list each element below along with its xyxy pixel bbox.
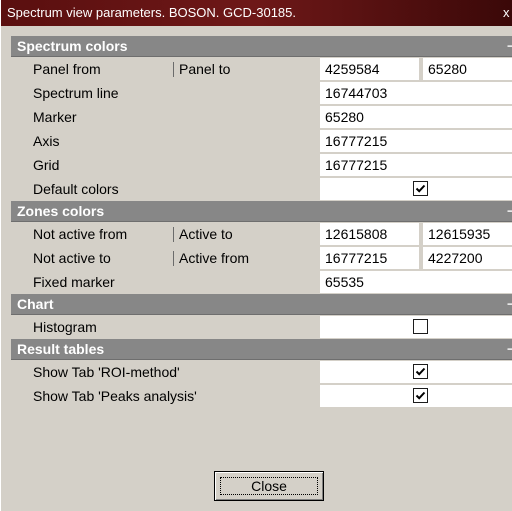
close-button[interactable]: Close (214, 471, 324, 501)
section-result-tables[interactable]: Result tables − (11, 339, 512, 360)
collapse-icon[interactable]: − (507, 339, 512, 360)
close-button-label: Close (251, 478, 287, 494)
row-default-colors: Default colors (11, 177, 512, 201)
section-spectrum-colors[interactable]: Spectrum colors − (11, 36, 512, 57)
active-from-input[interactable] (423, 247, 512, 269)
default-colors-cell (320, 178, 512, 200)
row-grid: Grid (11, 153, 512, 177)
close-window-icon[interactable]: x (503, 5, 511, 21)
not-active-to-input[interactable] (320, 247, 419, 269)
label-histogram: Histogram (33, 319, 97, 335)
show-roi-checkbox[interactable] (413, 364, 428, 379)
show-peaks-cell (320, 385, 512, 407)
show-peaks-checkbox[interactable] (413, 388, 428, 403)
section-title: Result tables (17, 341, 105, 357)
section-title: Zones colors (17, 203, 105, 219)
title-bar[interactable]: Spectrum view parameters. BOSON. GCD-301… (1, 0, 512, 26)
label-grid: Grid (33, 157, 60, 173)
window-title: Spectrum view parameters. BOSON. GCD-301… (7, 5, 296, 20)
label-show-peaks: Show Tab 'Peaks analysis' (33, 388, 197, 404)
label-show-roi: Show Tab 'ROI-method' (33, 364, 180, 380)
section-zones-colors[interactable]: Zones colors − (11, 201, 512, 222)
marker-input[interactable] (320, 106, 512, 128)
label-not-active-from: Not active from (33, 226, 128, 242)
row-show-roi: Show Tab 'ROI-method' (11, 360, 512, 384)
panel-to-input[interactable] (423, 58, 512, 80)
label-spectrum-line: Spectrum line (33, 85, 119, 101)
label-default-colors: Default colors (33, 181, 119, 197)
label-axis: Axis (33, 133, 60, 149)
row-not-active-from: Not active from Active to (11, 222, 512, 246)
checkmark-icon (415, 367, 426, 376)
collapse-icon[interactable]: − (507, 294, 512, 315)
section-title: Spectrum colors (17, 38, 128, 54)
checkmark-icon (415, 184, 426, 193)
histogram-checkbox[interactable] (413, 319, 428, 334)
row-show-peaks: Show Tab 'Peaks analysis' (11, 384, 512, 408)
row-histogram: Histogram (11, 315, 512, 339)
column-divider (173, 251, 174, 266)
row-fixed-marker: Fixed marker (11, 270, 512, 294)
label-marker: Marker (33, 109, 77, 125)
label-panel-to: Panel to (179, 61, 231, 77)
collapse-icon[interactable]: − (507, 36, 512, 57)
column-divider (173, 227, 174, 242)
axis-input[interactable] (320, 130, 512, 152)
label-not-active-to: Not active to (33, 250, 111, 266)
section-title: Chart (17, 296, 54, 312)
show-roi-cell (320, 361, 512, 383)
default-colors-checkbox[interactable] (413, 181, 428, 196)
label-fixed-marker: Fixed marker (33, 274, 115, 290)
not-active-from-input[interactable] (320, 223, 419, 245)
dialog-footer: Close (11, 459, 512, 511)
grid-input[interactable] (320, 154, 512, 176)
spectrum-line-input[interactable] (320, 82, 512, 104)
property-grid: Spectrum colors − Panel from Panel to Sp… (11, 36, 512, 408)
active-to-input[interactable] (423, 223, 512, 245)
section-chart[interactable]: Chart − (11, 294, 512, 315)
row-marker: Marker (11, 105, 512, 129)
label-active-to: Active to (179, 226, 233, 242)
label-active-from: Active from (179, 250, 250, 266)
row-axis: Axis (11, 129, 512, 153)
row-spectrum-line: Spectrum line (11, 81, 512, 105)
checkmark-icon (415, 391, 426, 400)
collapse-icon[interactable]: − (507, 201, 512, 222)
dialog-window: Spectrum view parameters. BOSON. GCD-301… (0, 0, 512, 511)
fixed-marker-input[interactable] (320, 271, 512, 293)
row-panel-colors: Panel from Panel to (11, 57, 512, 81)
column-divider (173, 62, 174, 77)
histogram-cell (320, 316, 512, 338)
label-panel-from: Panel from (33, 61, 101, 77)
row-not-active-to: Not active to Active from (11, 246, 512, 270)
panel-from-input[interactable] (320, 58, 419, 80)
